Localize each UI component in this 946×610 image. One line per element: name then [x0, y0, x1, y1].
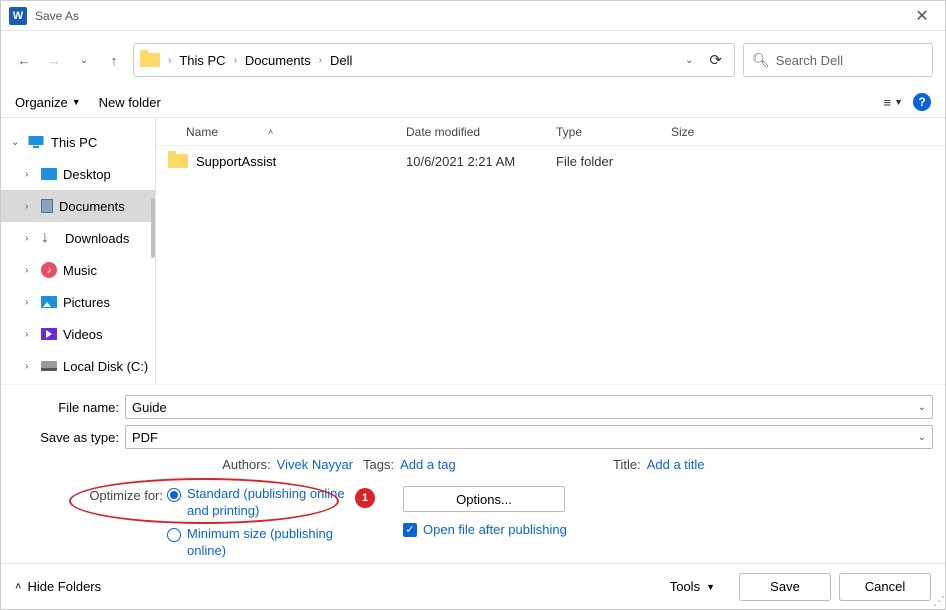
savetype-select[interactable]: PDF ⌄: [125, 425, 933, 449]
tags-label: Tags:: [363, 457, 394, 472]
optimize-label: Optimize for:: [73, 486, 163, 566]
crumb-dell[interactable]: Dell: [326, 51, 356, 70]
filename-input[interactable]: Guide ⌄: [125, 395, 933, 419]
radio-unselected-icon: [167, 528, 181, 542]
filename-label: File name:: [13, 400, 125, 415]
hide-folders-toggle[interactable]: ˄ Hide Folders: [15, 579, 101, 594]
help-button[interactable]: ?: [913, 93, 931, 111]
forward-button[interactable]: →: [43, 49, 65, 71]
tree-pictures[interactable]: › Pictures: [1, 286, 155, 318]
chevron-down-icon[interactable]: ⌄: [918, 402, 926, 413]
tree-sidebar: ⌄ This PC › Desktop › Documents › ↓ Down…: [1, 118, 156, 384]
radio-minimum[interactable]: Minimum size (publishing online): [167, 526, 347, 560]
title-label: Title:: [613, 457, 641, 472]
file-name: SupportAssist: [196, 154, 406, 169]
chevron-right-icon[interactable]: ›: [25, 265, 35, 276]
desktop-icon: [41, 168, 57, 180]
chevron-right-icon[interactable]: ›: [25, 169, 35, 180]
radio-standard[interactable]: Standard (publishing online and printing…: [167, 486, 347, 520]
chevron-down-icon[interactable]: ⌄: [11, 137, 21, 148]
savetype-label: Save as type:: [13, 430, 125, 445]
downloads-icon: ↓: [41, 231, 59, 245]
search-placeholder: Search Dell: [776, 53, 843, 68]
view-menu[interactable]: ≡ ▼: [883, 95, 903, 110]
chevron-up-icon: ˄: [15, 581, 21, 593]
chevron-right-icon[interactable]: ›: [25, 297, 35, 308]
tree-documents[interactable]: › Documents: [1, 190, 155, 222]
recent-dropdown[interactable]: ⌄: [73, 49, 95, 71]
col-name[interactable]: Name: [186, 125, 218, 139]
chevron-down-icon: ▼: [706, 582, 715, 592]
col-date[interactable]: Date modified: [406, 125, 556, 139]
close-button[interactable]: ✕: [907, 6, 937, 26]
col-size[interactable]: Size: [671, 125, 751, 139]
music-icon: ♪: [41, 262, 57, 278]
pictures-icon: [41, 296, 57, 308]
address-dropdown[interactable]: ⌄: [679, 55, 699, 66]
options-button[interactable]: Options...: [403, 486, 565, 512]
tree-thispc[interactable]: ⌄ This PC: [1, 126, 155, 158]
open-after-checkbox[interactable]: ✓ Open file after publishing: [403, 522, 567, 537]
chevron-right-icon: ›: [168, 55, 171, 66]
list-icon: ≡: [883, 95, 891, 110]
sort-caret-icon[interactable]: ˄: [268, 127, 273, 137]
folder-icon: [168, 154, 188, 168]
chevron-down-icon[interactable]: ⌄: [918, 432, 926, 443]
folder-icon: [140, 53, 160, 67]
nav-row: ← → ⌄ ↑ › This PC › Documents › Dell ⌄ ⟳…: [1, 31, 945, 87]
disk-icon: [41, 361, 57, 371]
crumb-thispc[interactable]: This PC: [175, 51, 229, 70]
tags-value[interactable]: Add a tag: [400, 457, 456, 472]
tools-menu[interactable]: Tools ▼: [670, 579, 715, 594]
save-button[interactable]: Save: [739, 573, 831, 601]
title-bar: W Save As ✕: [1, 1, 945, 31]
refresh-button[interactable]: ⟳: [703, 51, 728, 69]
tree-music[interactable]: › ♪ Music: [1, 254, 155, 286]
tree-desktop[interactable]: › Desktop: [1, 158, 155, 190]
organize-menu[interactable]: Organize▼: [15, 95, 81, 110]
file-type: File folder: [556, 154, 671, 169]
tree-downloads[interactable]: › ↓ Downloads: [1, 222, 155, 254]
back-button[interactable]: ←: [13, 49, 35, 71]
col-type[interactable]: Type: [556, 125, 671, 139]
file-date: 10/6/2021 2:21 AM: [406, 154, 556, 169]
radio-selected-icon: [167, 488, 181, 502]
annotation-badge: 1: [355, 488, 375, 508]
documents-icon: [41, 199, 53, 213]
pc-icon: [27, 135, 45, 149]
file-list: Name ˄ Date modified Type Size SupportAs…: [156, 118, 945, 384]
footer: ˄ Hide Folders Tools ▼ Save Cancel ⋰: [1, 563, 945, 609]
videos-icon: [41, 328, 57, 340]
tree-localdisk[interactable]: › Local Disk (C:): [1, 350, 155, 382]
scrollbar[interactable]: [151, 198, 155, 258]
authors-label: Authors:: [222, 457, 270, 472]
chevron-right-icon[interactable]: ›: [25, 329, 35, 340]
crumb-documents[interactable]: Documents: [241, 51, 315, 70]
new-folder-button[interactable]: New folder: [99, 95, 161, 110]
word-icon: W: [9, 7, 27, 25]
chevron-right-icon: ›: [234, 55, 237, 66]
search-icon: 🔍︎: [752, 52, 770, 69]
column-headers: Name ˄ Date modified Type Size: [156, 118, 945, 146]
checkbox-checked-icon: ✓: [403, 523, 417, 537]
resize-grip[interactable]: ⋰: [933, 597, 943, 607]
window-title: Save As: [35, 9, 907, 23]
file-row[interactable]: SupportAssist 10/6/2021 2:21 AM File fol…: [156, 146, 945, 176]
cancel-button[interactable]: Cancel: [839, 573, 931, 601]
chevron-right-icon[interactable]: ›: [25, 361, 35, 372]
title-value[interactable]: Add a title: [647, 457, 705, 472]
chevron-right-icon[interactable]: ›: [25, 201, 35, 212]
authors-value[interactable]: Vivek Nayyar: [277, 457, 353, 472]
form-area: File name: Guide ⌄ Save as type: PDF ⌄ A…: [1, 384, 945, 570]
search-input[interactable]: 🔍︎ Search Dell: [743, 43, 933, 77]
up-button[interactable]: ↑: [103, 49, 125, 71]
chevron-right-icon: ›: [319, 55, 322, 66]
chevron-right-icon[interactable]: ›: [25, 233, 35, 244]
tree-videos[interactable]: › Videos: [1, 318, 155, 350]
address-bar[interactable]: › This PC › Documents › Dell ⌄ ⟳: [133, 43, 735, 77]
toolbar: Organize▼ New folder ≡ ▼ ?: [1, 87, 945, 117]
